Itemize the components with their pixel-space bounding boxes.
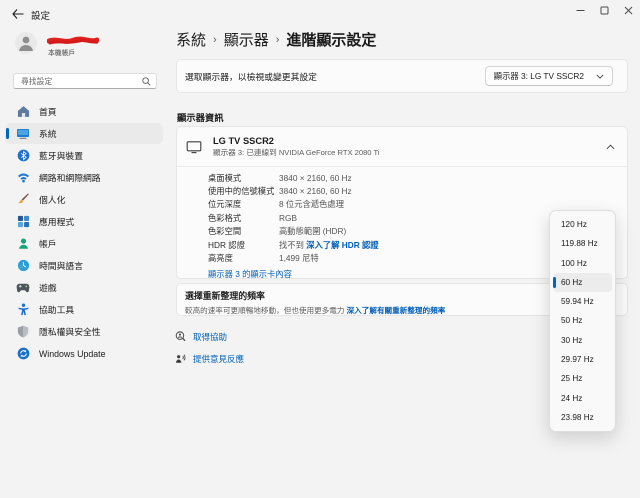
maximize-icon [600,6,609,15]
sidebar-item-label: 帳戶 [39,237,57,250]
display-select-dropdown[interactable]: 顯示器 3: LG TV SSCR2 [485,66,613,86]
bluetooth-icon [16,149,30,163]
update-icon [16,347,30,361]
sidebar-item-network-internet[interactable]: 網路和網際網路 [5,167,163,188]
sidebar-item-label: 遊戲 [39,281,57,294]
flyout-item-23-98hz[interactable]: 23.98 Hz [553,408,612,427]
accessibility-person-icon [16,303,30,317]
back-button[interactable] [8,5,28,23]
sidebar-item-label: 個人化 [39,193,65,206]
account-type-label: 本機帳戶 [48,47,75,57]
sidebar-item-privacy-security[interactable]: 隱私權與安全性 [5,321,163,342]
flyout-item-120hz[interactable]: 120 Hz [553,215,612,234]
close-icon [624,6,633,15]
sidebar-item-bluetooth-devices[interactable]: 藍牙與裝置 [5,145,163,166]
chevron-up-icon[interactable] [606,144,615,150]
sidebar-item-apps[interactable]: 應用程式 [5,211,163,232]
avatar[interactable] [15,32,37,54]
flyout-item-25hz[interactable]: 25 Hz [553,369,612,388]
sidebar-item-time-language[interactable]: 時間與語言 [5,255,163,276]
person-icon [16,237,30,251]
refresh-rate-flyout: 120 Hz 119.88 Hz 100 Hz 60 Hz 59.94 Hz 5… [549,210,616,432]
flyout-item-119-88hz[interactable]: 119.88 Hz [553,234,612,253]
display-info-header[interactable]: LG TV SSCR2 顯示器 3: 已連線到 NVIDIA GeForce R… [177,127,627,166]
window-controls [568,0,640,20]
flyout-item-50hz[interactable]: 50 Hz [553,311,612,330]
sidebar-nav: 首頁 系統 藍牙與裝置 網路和網際網路 個人化 [5,101,163,365]
select-display-label: 選取顯示器，以檢視或變更其設定 [185,70,485,83]
wifi-icon [16,171,30,185]
display-select-value: 顯示器 3: LG TV SSCR2 [494,70,584,82]
breadcrumb: 系統 › 顯示器 › 進階顯示設定 [176,29,376,50]
sidebar-item-label: 協助工具 [39,303,74,316]
info-row-signal-mode: 使用中的信號模式 3840 × 2160, 60 Hz [208,184,627,197]
info-row-desktop-mode: 桌面模式 3840 × 2160, 60 Hz [208,171,627,184]
brush-icon [16,193,30,207]
sidebar-item-label: 應用程式 [39,215,74,228]
give-feedback-link[interactable]: 提供意見反應 [175,353,244,365]
close-button[interactable] [616,0,640,20]
search-icon [142,77,151,86]
user-icon [15,32,37,54]
minimize-icon [576,6,585,15]
chevron-down-icon [596,74,604,79]
system-icon [16,127,30,141]
refresh-rate-learn-more-link[interactable]: 深入了解有關重新整理的頻率 [347,306,446,315]
sidebar-item-personalization[interactable]: 個人化 [5,189,163,210]
sidebar-item-accessibility[interactable]: 協助工具 [5,299,163,320]
page-title: 進階顯示設定 [286,29,376,50]
flyout-item-100hz[interactable]: 100 Hz [553,254,612,273]
sidebar-item-label: Windows Update [39,349,106,359]
sidebar-item-accounts[interactable]: 帳戶 [5,233,163,254]
sidebar-item-label: 藍牙與裝置 [39,149,83,162]
apps-icon [16,215,30,229]
redacted-username [47,36,99,47]
flyout-item-60hz-selected[interactable]: 60 Hz [553,273,612,292]
search-input[interactable]: 尋找設定 [13,73,157,89]
maximize-button[interactable] [592,0,616,20]
sidebar-item-windows-update[interactable]: Windows Update [5,343,163,364]
get-help-icon [175,331,186,343]
breadcrumb-system[interactable]: 系統 [176,29,206,50]
sidebar-item-label: 網路和網際網路 [39,171,101,184]
chevron-right-icon: › [276,33,280,46]
clock-icon [16,259,30,273]
sidebar-item-label: 系統 [39,127,57,140]
sidebar-item-system[interactable]: 系統 [5,123,163,144]
flyout-item-30hz[interactable]: 30 Hz [553,331,612,350]
sidebar-item-home[interactable]: 首頁 [5,101,163,122]
sidebar-item-label: 時間與語言 [39,259,83,272]
device-subtitle: 顯示器 3: 已連線到 NVIDIA GeForce RTX 2080 Ti [213,147,606,158]
sidebar-item-label: 隱私權與安全性 [39,325,101,338]
hdr-certification-link[interactable]: 深入了解 HDR 認證 [306,240,378,250]
flyout-item-29-97hz[interactable]: 29.97 Hz [553,350,612,369]
minimize-button[interactable] [568,0,592,20]
shield-icon [16,325,30,339]
chevron-right-icon: › [213,33,217,46]
refresh-rate-description: 較高的速率可更順暢地移動，但也使用更多電力 [185,306,344,315]
monitor-icon [185,140,203,154]
arrow-left-icon [12,9,24,19]
display-info-section-title: 顯示器資訊 [177,110,224,124]
app-title: 設定 [31,8,50,22]
search-placeholder: 尋找設定 [21,76,142,87]
sidebar-item-gaming[interactable]: 遊戲 [5,277,163,298]
get-help-link[interactable]: 取得協助 [175,331,227,343]
game-controller-icon [16,281,30,295]
feedback-icon [175,353,186,365]
settings-window: 設定 本機帳戶 尋找設定 [0,0,640,498]
select-display-card: 選取顯示器，以檢視或變更其設定 顯示器 3: LG TV SSCR2 [176,59,628,93]
home-icon [16,105,30,119]
flyout-item-24hz[interactable]: 24 Hz [553,388,612,407]
breadcrumb-display[interactable]: 顯示器 [224,29,269,50]
device-name: LG TV SSCR2 [213,136,606,146]
redaction-scribble [47,36,99,47]
sidebar-item-label: 首頁 [39,105,57,118]
flyout-item-59-94hz[interactable]: 59.94 Hz [553,292,612,311]
